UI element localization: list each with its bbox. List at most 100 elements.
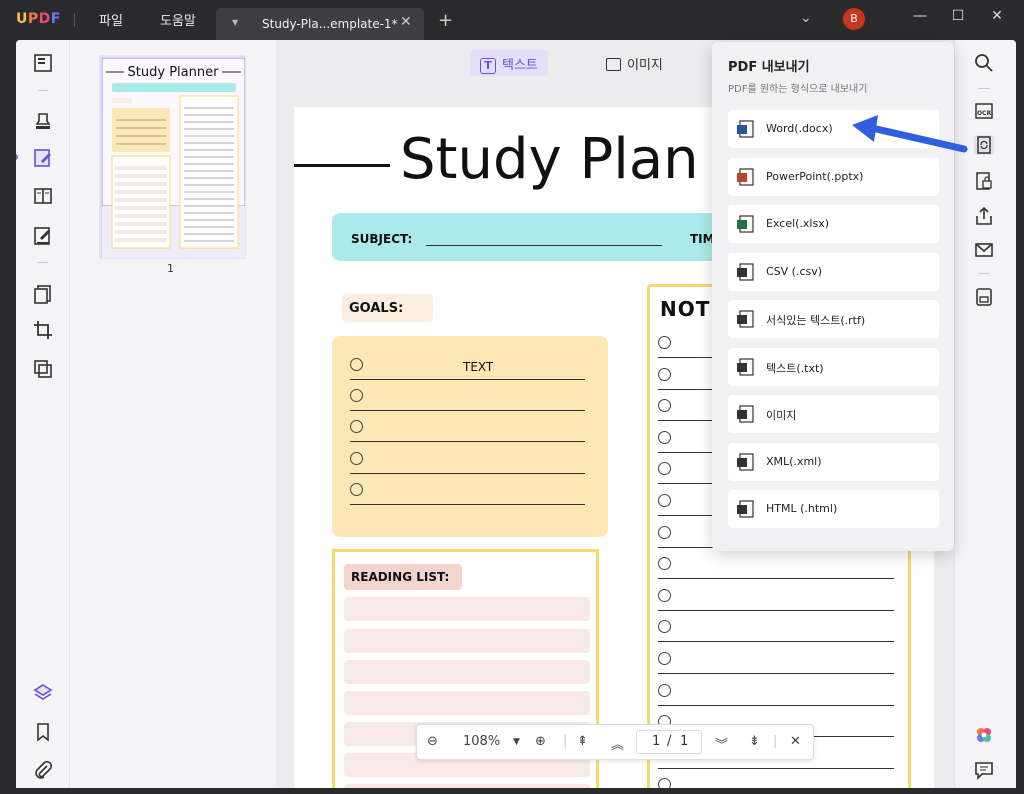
updf-logo: UPDF [16, 11, 61, 27]
tab-title: Study-Pla...emplate-1* [262, 17, 398, 31]
thumbnail-panel: Study Planner 1 [71, 40, 276, 788]
page-total: 1 [680, 734, 689, 749]
goals-text-label[interactable]: TEXT [463, 360, 493, 374]
search-icon[interactable] [973, 52, 995, 74]
form-edit-icon[interactable] [32, 225, 54, 247]
export-option[interactable]: Excel(.xlsx) [728, 205, 939, 243]
image-mode-button[interactable]: 이미지 [596, 50, 673, 76]
pages-icon[interactable] [32, 283, 54, 305]
export-option[interactable]: 이미지 [728, 395, 939, 433]
page-number-field[interactable]: 1 / 1 [636, 730, 702, 754]
goals-label-box: GOALS: [342, 294, 433, 322]
goal-checkbox [350, 420, 363, 433]
pointer-arrow [852, 115, 968, 153]
save-icon[interactable] [973, 286, 995, 308]
layers-icon[interactable] [32, 682, 54, 704]
minimize-button[interactable]: — [910, 8, 930, 24]
zoom-in-icon[interactable]: ⊕ [535, 734, 546, 749]
edit-pdf-icon[interactable] [32, 147, 54, 169]
note-checkbox [658, 430, 671, 444]
page-thumbnail[interactable]: Study Planner [101, 57, 246, 258]
export-option[interactable]: PowerPoint(.pptx) [728, 157, 939, 196]
note-checkbox [658, 367, 671, 381]
html-icon [737, 500, 754, 518]
note-checkbox [658, 588, 671, 602]
goal-line [350, 441, 585, 442]
txt-icon [737, 357, 754, 376]
protect-icon[interactable] [973, 170, 995, 192]
next-page-icon[interactable]: ︾ [715, 734, 728, 753]
reading-row [344, 691, 590, 715]
export-option[interactable]: XML(.xml) [728, 442, 939, 481]
zoom-toolbar: ⊖ 108% ▼ ⊕ | ⇞ ︽ 1 / 1 ︾ ⇟ | ✕ [416, 724, 814, 760]
reader-icon[interactable] [32, 52, 54, 74]
zoom-separator: | [773, 734, 778, 749]
export-option[interactable]: 서식있는 텍스트(.rtf) [728, 300, 939, 338]
zoom-dropdown-icon[interactable]: ▼ [513, 737, 520, 747]
ocr-icon[interactable]: OCR [973, 100, 995, 122]
text-mode-button[interactable]: T 텍스트 [470, 50, 548, 76]
menu-help[interactable]: 도움말 [160, 10, 196, 29]
goals-box: TEXT [332, 336, 608, 537]
document-title[interactable]: Study Plan [400, 127, 699, 192]
tabs-list-chevron-icon[interactable]: ⌄ [800, 10, 812, 26]
subject-underline [426, 245, 662, 246]
crop-icon[interactable] [32, 319, 54, 341]
subject-label[interactable]: SUBJECT: [351, 232, 412, 246]
mail-icon[interactable] [973, 239, 995, 261]
image-tool-icon [606, 58, 621, 71]
compare-icon[interactable] [32, 358, 54, 380]
zoom-level[interactable]: 108% [463, 734, 500, 749]
svg-text:OCR: OCR [977, 110, 992, 117]
time-label[interactable]: TIM [690, 232, 715, 246]
left-toolbar [16, 40, 70, 788]
note-checkbox [658, 494, 671, 507]
reading-list-label[interactable]: READING LIST: [351, 570, 449, 584]
toolbar-separator [979, 273, 989, 274]
comment-icon[interactable] [973, 759, 995, 781]
convert-icon[interactable] [973, 134, 995, 156]
export-option-label: Word(.docx) [766, 122, 833, 135]
document-tab[interactable]: ▼ Study-Pla...emplate-1* ✕ [216, 8, 424, 40]
ai-assistant-icon[interactable] [973, 724, 995, 746]
first-page-icon[interactable]: ⇞ [577, 734, 588, 749]
previous-page-icon[interactable]: ︽ [611, 734, 624, 753]
goal-checkbox [350, 358, 363, 371]
export-option-label: 서식있는 텍스트(.rtf) [766, 314, 866, 327]
note-checkbox [658, 683, 671, 697]
image-mode-label: 이미지 [627, 58, 663, 73]
tab-close-icon[interactable]: ✕ [400, 14, 412, 30]
zoom-out-icon[interactable]: ⊖ [427, 734, 438, 749]
bookmark-icon[interactable] [32, 721, 54, 743]
export-option[interactable]: 텍스트(.txt) [728, 347, 939, 386]
active-indicator [16, 154, 18, 160]
attachment-icon[interactable] [32, 760, 54, 782]
close-zoom-bar-icon[interactable]: ✕ [790, 734, 801, 749]
reading-row [344, 629, 590, 653]
highlighter-icon[interactable] [32, 110, 54, 132]
goals-label[interactable]: GOALS: [349, 301, 403, 316]
organize-pages-icon[interactable] [32, 185, 54, 207]
maximize-button[interactable]: ☐ [948, 8, 968, 24]
last-page-icon[interactable]: ⇟ [749, 734, 760, 749]
tab-dropdown-icon[interactable]: ▼ [232, 18, 238, 27]
new-tab-button[interactable]: + [438, 10, 453, 31]
note-checkbox [658, 620, 671, 634]
text-tool-icon: T [480, 58, 496, 74]
note-checkbox [658, 462, 671, 476]
app-window: UPDF 파일 도움말 ▼ Study-Pla...emplate-1* ✕ +… [0, 0, 1024, 794]
title-bar: UPDF 파일 도움말 ▼ Study-Pla...emplate-1* ✕ +… [0, 0, 1024, 40]
thumbnail-page-number: 1 [167, 262, 174, 275]
toolbar-separator [38, 262, 48, 263]
export-option[interactable]: HTML (.html) [728, 490, 939, 528]
toolbar-separator [979, 88, 989, 89]
avatar[interactable]: B [843, 8, 865, 30]
share-icon[interactable] [973, 205, 995, 227]
note-checkbox [658, 336, 671, 349]
export-option[interactable]: CSV (.csv) [728, 252, 939, 291]
menu-file[interactable]: 파일 [99, 10, 123, 29]
reading-label-box: READING LIST: [344, 564, 462, 590]
close-window-button[interactable]: ✕ [987, 8, 1007, 24]
note-checkbox [658, 557, 671, 571]
reading-row [344, 660, 590, 684]
